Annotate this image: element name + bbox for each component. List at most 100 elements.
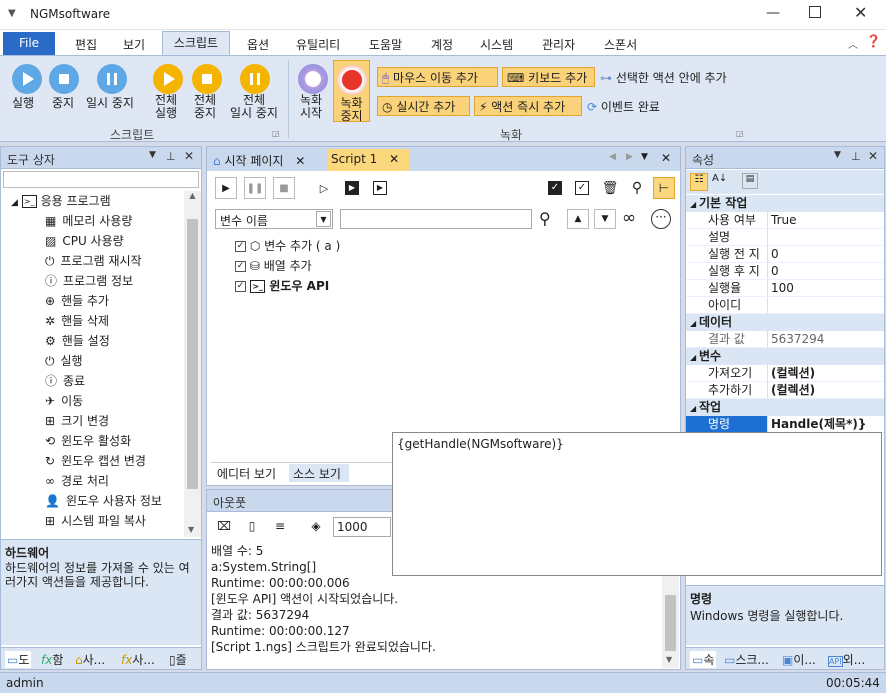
properties-close-icon[interactable]: ✕ <box>868 149 878 163</box>
play-button[interactable]: ▶ <box>215 177 237 199</box>
toolbox-item[interactable]: ⏻ 프로그램 재시작 <box>1 251 184 271</box>
collapse-icon[interactable]: ◢ <box>690 319 699 328</box>
delete-button[interactable]: 🗑 <box>599 177 621 199</box>
tab-script-list[interactable]: ▭스크... <box>724 651 769 668</box>
property-value[interactable]: 100 <box>768 280 884 296</box>
tab-sponsor[interactable]: 스폰서 <box>604 36 637 53</box>
collapse-icon[interactable]: ◢ <box>11 198 18 208</box>
max-lines-input[interactable]: 1000 <box>333 517 391 537</box>
scroll-right-icon[interactable]: ▶ <box>626 152 633 162</box>
toolbox-dropdown-icon[interactable]: ▼ <box>149 150 156 160</box>
tab-account[interactable]: 계정 <box>431 36 453 53</box>
add-immediate-button[interactable]: ⚡ 액션 즉시 추가 <box>474 96 582 116</box>
property-section[interactable]: ◢ 데이터 <box>686 314 884 331</box>
property-row[interactable]: 실행 후 지0 <box>686 263 884 280</box>
toolbox-item[interactable]: ⟲ 윈도우 활성화 <box>1 431 184 451</box>
property-value[interactable]: 0 <box>768 263 884 279</box>
property-value[interactable]: 0 <box>768 246 884 262</box>
property-value[interactable] <box>768 229 884 245</box>
tree-view-button[interactable]: ⊢ <box>653 177 675 199</box>
move-down-button[interactable]: ▼ <box>594 209 616 229</box>
tab-images[interactable]: ▣이... <box>782 651 816 668</box>
toolbox-item[interactable]: ∞ 경로 처리 <box>1 471 184 491</box>
dialog-launcher-icon[interactable]: ◲ <box>272 129 280 138</box>
add-keyboard-button[interactable]: ⌨ 키보드 추가 <box>502 67 595 87</box>
system-menu-icon[interactable]: ▼ <box>8 8 16 19</box>
record-stop-button[interactable]: 녹화 중지 <box>333 60 370 123</box>
event-complete-button[interactable]: ⟳ 이벤트 완료 <box>587 98 660 115</box>
minimize-icon[interactable]: — <box>766 5 780 21</box>
pause-button-small[interactable]: ❚❚ <box>244 177 266 199</box>
close-icon[interactable]: ✕ <box>854 3 867 22</box>
tab-source-view[interactable]: 소스 보기 <box>289 464 349 482</box>
checkbox-icon[interactable]: ✓ <box>235 241 246 252</box>
eraser-button[interactable]: ◈ <box>305 515 327 537</box>
property-row[interactable]: 추가하기 (컬렉션) <box>686 382 884 399</box>
property-value[interactable]: (컬렉션) <box>768 365 884 381</box>
checkbox-icon[interactable]: ✓ <box>235 261 246 272</box>
clear-button[interactable]: ⌧ <box>213 515 235 537</box>
toolbox-item[interactable]: ⓘ 프로그램 정보 <box>1 271 184 291</box>
stop-button-small[interactable]: ■ <box>273 177 295 199</box>
action-add-array[interactable]: ✓ ⛁ 배열 추가 <box>235 256 340 276</box>
toolbox-item[interactable]: ⊞ 시스템 파일 복사 <box>1 511 184 531</box>
property-row[interactable]: 가져오기 (컬렉션) <box>686 365 884 382</box>
pin-icon[interactable]: ⊥ <box>166 150 176 163</box>
tab-utility[interactable]: 유틸리티 <box>296 36 340 53</box>
doc-close-icon[interactable]: ✕ <box>661 151 671 165</box>
tree-root-app[interactable]: ◢ >_ 응용 프로그램 <box>1 191 184 211</box>
tab-properties[interactable]: ▭속 <box>690 651 717 668</box>
toolbox-item[interactable]: ▨ CPU 사용량 <box>1 231 184 251</box>
tab-editor-view[interactable]: 에디터 보기 <box>213 464 287 482</box>
property-row[interactable]: 결과 값 5637294 <box>686 331 884 348</box>
property-row[interactable]: 설명 <box>686 229 884 246</box>
sort-alpha-icon[interactable]: A↓ <box>712 173 727 184</box>
property-row[interactable]: 실행 전 지0 <box>686 246 884 263</box>
record-dialog-launcher-icon[interactable]: ◲ <box>736 129 744 138</box>
select-arrow-icon[interactable]: ▼ <box>316 211 331 227</box>
toolbox-scrollbar[interactable]: ▲ ▼ <box>184 191 201 537</box>
property-value[interactable]: Handle(제목*)} <box>768 416 884 432</box>
run-all-button[interactable] <box>153 64 183 94</box>
property-value[interactable]: (컬렉션) <box>768 382 884 398</box>
find-button[interactable]: ⚲ <box>626 177 648 199</box>
tab-toolbox[interactable]: ▭도 <box>5 651 32 668</box>
tab-start-page[interactable]: ⌂ 시작 페이지 ✕ <box>209 149 324 171</box>
stop-button[interactable] <box>49 64 79 94</box>
toolbox-item[interactable]: 👤 윈도우 사용자 정보 <box>1 491 184 511</box>
action-window-api[interactable]: ✓ >_ 윈도우 API <box>235 276 340 296</box>
tab-user-2[interactable]: fx사... <box>121 651 155 668</box>
toolbox-item[interactable]: ⊕ 핸들 추가 <box>1 291 184 311</box>
property-section[interactable]: ◢ 작업 <box>686 399 884 416</box>
doc-dropdown-icon[interactable]: ▼ <box>641 152 648 162</box>
property-row[interactable]: 아이디 <box>686 297 884 314</box>
tab-admin[interactable]: 관리자 <box>542 36 575 53</box>
run-button[interactable] <box>12 64 42 94</box>
output-scroll-thumb[interactable] <box>665 595 676 651</box>
property-section[interactable]: ◢ 기본 작업 <box>686 195 884 212</box>
move-up-button[interactable]: ▲ <box>567 209 589 229</box>
tab-help[interactable]: 도움말 <box>369 36 402 53</box>
tab-script[interactable]: 스크립트 <box>162 31 230 56</box>
property-section[interactable]: ◢ 변수 <box>686 348 884 365</box>
maximize-icon[interactable] <box>809 6 821 18</box>
variable-search-input[interactable] <box>340 209 532 229</box>
property-pages-icon[interactable]: ▤ <box>742 173 758 189</box>
properties-dropdown-icon[interactable]: ▼ <box>834 150 841 160</box>
property-row[interactable]: 명령 Handle(제목*)} <box>686 416 884 433</box>
check-all-button[interactable]: ✓ <box>544 177 566 199</box>
tab-system[interactable]: 시스템 <box>480 36 513 53</box>
properties-pin-icon[interactable]: ⊥ <box>851 150 861 163</box>
add-in-selected-button[interactable]: ⊶ 선택한 액션 안에 추가 <box>600 69 727 86</box>
toolbox-item[interactable]: ↻ 윈도우 캡션 변경 <box>1 451 184 471</box>
collapse-ribbon-icon[interactable]: ︿ <box>848 36 858 51</box>
property-value[interactable] <box>768 297 884 313</box>
tab-file[interactable]: File <box>3 32 55 55</box>
scroll-thumb[interactable] <box>187 219 198 489</box>
record-start-button[interactable] <box>298 64 328 94</box>
action-add-variable[interactable]: ✓ ⬡ 변수 추가 ( a ) <box>235 236 340 256</box>
pause-button[interactable] <box>97 64 127 94</box>
toolbox-close-icon[interactable]: ✕ <box>184 149 194 163</box>
check-button[interactable]: ✓ <box>571 177 593 199</box>
step-over-button[interactable]: ▶ <box>369 177 391 199</box>
